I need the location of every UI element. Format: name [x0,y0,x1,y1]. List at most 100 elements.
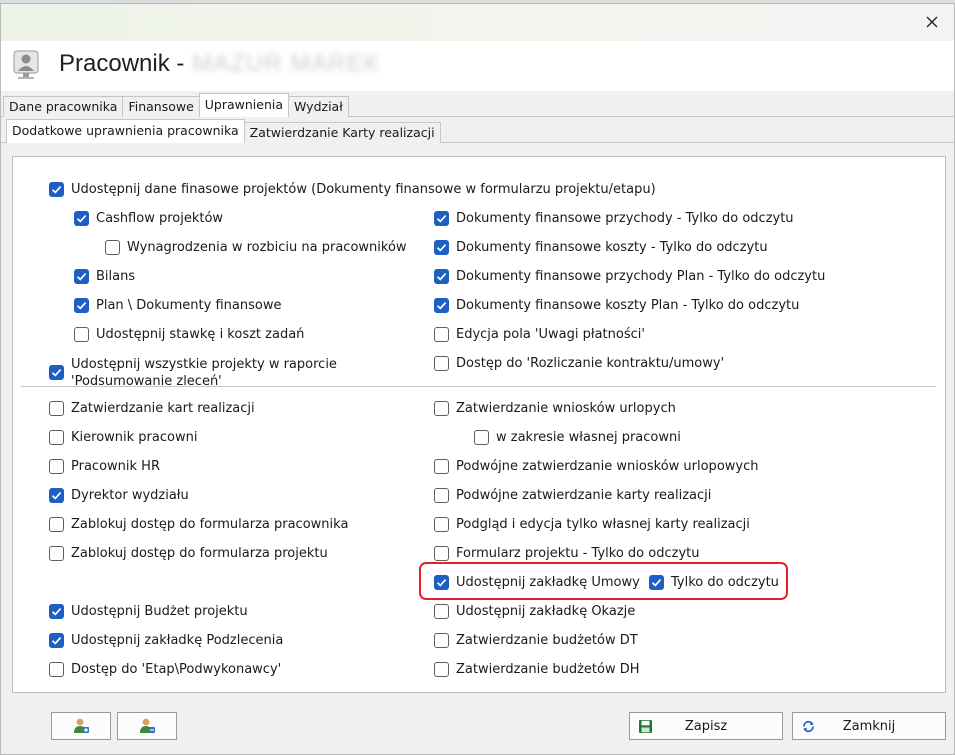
checkbox-wynagrodzenia[interactable]: Wynagrodzenia w rozbiciu na pracowników [105,239,407,256]
checkbox-przychody-plan-odczyt[interactable]: Dokumenty finansowe przychody Plan - Tyl… [434,268,825,285]
checkbox-podwojne-karty[interactable]: Podwójne zatwierdzanie karty realizacji [434,487,711,504]
checkbox-udostepnij-dane-finansowe[interactable]: Udostępnij dane finasowe projektów (Doku… [49,181,656,198]
checkbox-box[interactable] [434,240,449,255]
checkbox-box[interactable] [49,488,64,503]
checkbox-budzet-projektu[interactable]: Udostępnij Budżet projektu [49,603,248,620]
checkbox-label: Udostępnij wszystkie projekty w raporcie… [71,357,337,389]
checkbox-box[interactable] [49,365,64,380]
checkbox-podwojne-urlopowe[interactable]: Podwójne zatwierdzanie wniosków urlopowy… [434,458,758,475]
user-add-button[interactable] [51,712,111,740]
checkbox-box[interactable] [434,604,449,619]
close-icon[interactable] [922,12,942,32]
checkbox-box[interactable] [49,633,64,648]
page-title-prefix: Pracownik - [59,50,185,77]
checkbox-label: Dokumenty finansowe przychody Plan - Tyl… [456,269,826,284]
checkbox-box[interactable] [49,430,64,445]
checkbox-box[interactable] [434,633,449,648]
checkbox-label: Podwójne zatwierdzanie wniosków urlopowy… [456,459,759,474]
checkbox-zakladka-umowy[interactable]: Udostępnij zakładkę Umowy [434,574,640,591]
tab-uprawnienia[interactable]: Uprawnienia [198,93,290,117]
checkbox-box[interactable] [434,327,449,342]
tab-finansowe[interactable]: Finansowe [122,96,200,117]
checkbox-box[interactable] [74,269,89,284]
checkbox-label: Zatwierdzanie wniosków urlopych [456,401,676,416]
checkbox-box[interactable] [49,182,64,197]
checkbox-zakres-wlasnej-pracowni[interactable]: w zakresie własnej pracowni [474,429,681,446]
checkbox-label: Wynagrodzenia w rozbiciu na pracowników [127,240,407,255]
checkbox-box[interactable] [74,211,89,226]
checkbox-box[interactable] [434,575,449,590]
checkbox-kierownik-pracowni[interactable]: Kierownik pracowni [49,429,197,446]
checkbox-wlasna-karta[interactable]: Podgląd i edycja tylko własnej karty rea… [434,516,750,533]
tab-wydzial[interactable]: Wydział [288,96,349,117]
user-add-icon [74,718,89,733]
page-title: Pracownik - MAZUR MAREK [59,50,381,78]
checkbox-label: Cashflow projektów [96,211,224,226]
checkbox-box[interactable] [49,662,64,677]
checkbox-cashflow-projektow[interactable]: Cashflow projektów [74,210,223,227]
checkbox-box[interactable] [434,546,449,561]
checkbox-box[interactable] [49,401,64,416]
tab-zatwierdzanie-karty[interactable]: Zatwierdzanie Karty realizacji [243,122,441,143]
checkbox-box[interactable] [74,327,89,342]
checkbox-box[interactable] [105,240,120,255]
checkbox-zatwierdzanie-kart[interactable]: Zatwierdzanie kart realizacji [49,400,255,417]
checkbox-zakladka-podzlecenia[interactable]: Udostępnij zakładkę Podzlecenia [49,632,283,649]
checkbox-formularz-odczyt[interactable]: Formularz projektu - Tylko do odczytu [434,545,699,562]
tab-dodatkowe-uprawnienia[interactable]: Dodatkowe uprawnienia pracownika [6,119,245,143]
checkbox-plan-dokumenty[interactable]: Plan \ Dokumenty finansowe [74,297,281,314]
checkbox-uwagi-platnosci[interactable]: Edycja pola 'Uwagi płatności' [434,326,645,343]
checkbox-stawka-koszt[interactable]: Udostępnij stawkę i koszt zadań [74,326,304,343]
checkbox-wnioski-urlopowe[interactable]: Zatwierdzanie wniosków urlopych [434,400,676,417]
checkbox-box[interactable] [74,298,89,313]
checkbox-label: Dostęp do 'Etap\Podwykonawcy' [71,662,282,677]
checkbox-box[interactable] [434,298,449,313]
checkbox-zablokuj-pracownika[interactable]: Zablokuj dostęp do formularza pracownika [49,516,348,533]
section-divider [21,386,936,387]
checkbox-label: Zatwierdzanie budżetów DH [456,662,640,677]
checkbox-pracownik-hr[interactable]: Pracownik HR [49,458,160,475]
employee-dialog: Pracownik - MAZUR MAREK Dane pracownika F… [0,3,955,755]
checkbox-label: w zakresie własnej pracowni [496,430,681,445]
checkbox-label: Kierownik pracowni [71,430,198,445]
close-button[interactable]: Zamknij [792,712,946,740]
checkbox-box[interactable] [649,575,664,590]
checkbox-bilans[interactable]: Bilans [74,268,135,285]
checkbox-zakladka-okazje[interactable]: Udostępnij zakładkę Okazje [434,603,635,620]
save-button[interactable]: Zapisz [629,712,783,740]
checkbox-box[interactable] [434,488,449,503]
checkbox-box[interactable] [49,459,64,474]
close-button-label: Zamknij [842,718,896,734]
user-remove-button[interactable] [117,712,177,740]
checkbox-box[interactable] [49,604,64,619]
checkbox-label: Dyrektor wydziału [71,488,189,503]
checkbox-label: Udostępnij Budżet projektu [71,604,248,619]
checkbox-rozliczanie-kontraktu[interactable]: Dostęp do 'Rozliczanie kontraktu/umowy' [434,355,724,372]
checkbox-box[interactable] [474,430,489,445]
floppy-disk-icon [639,720,652,733]
checkbox-box[interactable] [434,269,449,284]
checkbox-box[interactable] [434,211,449,226]
checkbox-box[interactable] [434,459,449,474]
checkbox-etap-podwykonawcy[interactable]: Dostęp do 'Etap\Podwykonawcy' [49,661,281,678]
checkbox-box[interactable] [49,517,64,532]
checkbox-box[interactable] [434,662,449,677]
checkbox-label: Tylko do odczytu [671,575,779,590]
checkbox-budzety-dh[interactable]: Zatwierdzanie budżetów DH [434,661,640,678]
checkbox-przychody-odczyt[interactable]: Dokumenty finansowe przychody - Tylko do… [434,210,794,227]
checkbox-koszty-odczyt[interactable]: Dokumenty finansowe koszty - Tylko do od… [434,239,768,256]
employee-name-blurred: MAZUR MAREK [192,50,381,77]
checkbox-zablokuj-projektu[interactable]: Zablokuj dostęp do formularza projektu [49,545,328,562]
checkbox-dyrektor-wydzialu[interactable]: Dyrektor wydziału [49,487,189,504]
checkbox-box[interactable] [434,401,449,416]
checkbox-box[interactable] [49,546,64,561]
checkbox-umowy-tylko-odczyt[interactable]: Tylko do odczytu [649,574,779,591]
checkbox-koszty-plan-odczyt[interactable]: Dokumenty finansowe koszty Plan - Tylko … [434,297,799,314]
checkbox-box[interactable] [434,517,449,532]
checkbox-budzety-dt[interactable]: Zatwierdzanie budżetów DT [434,632,638,649]
refresh-icon [803,720,814,733]
tab-dane-pracownika[interactable]: Dane pracownika [3,96,124,117]
checkbox-box[interactable] [434,356,449,371]
checkbox-label: Bilans [96,269,136,284]
checkbox-label: Udostępnij stawkę i koszt zadań [96,327,305,342]
